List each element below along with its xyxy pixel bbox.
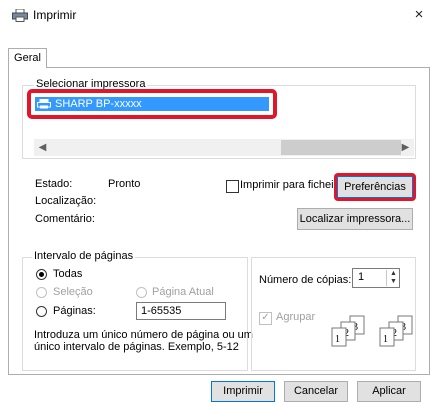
scroll-left-icon[interactable]: ◀ xyxy=(34,139,51,156)
find-printer-button[interactable]: Localizar impressora... xyxy=(297,208,413,230)
page-range-hint: Introduza um único número de página ou u… xyxy=(34,329,253,341)
collate-checkbox: ✓ xyxy=(259,312,272,325)
all-pages-radio[interactable] xyxy=(36,269,47,280)
status-label: Estado: xyxy=(35,178,73,190)
current-page-radio xyxy=(136,287,147,298)
copies-value[interactable]: 1 xyxy=(358,271,364,283)
status-value: Pronto xyxy=(108,178,141,190)
collate-label: Agrupar xyxy=(276,311,316,323)
svg-text:1: 1 xyxy=(335,334,340,345)
collate-pages-icon: 3 2 1 3 2 1 xyxy=(331,315,413,347)
printer-icon xyxy=(12,9,28,22)
selection-label: Seleção xyxy=(53,286,93,298)
selection-radio xyxy=(36,287,47,298)
copies-stepper[interactable]: 1 ▲ ▼ xyxy=(352,268,400,288)
cancel-button[interactable]: Cancelar xyxy=(284,381,348,402)
spinner-icon[interactable]: ▲ ▼ xyxy=(386,270,400,286)
current-page-label: Página Atual xyxy=(152,286,214,298)
print-to-file-label[interactable]: Imprimir para ficheiro xyxy=(240,179,343,191)
highlight-frame xyxy=(27,89,277,119)
print-to-file-checkbox[interactable] xyxy=(226,180,239,193)
horizontal-scrollbar[interactable]: ◀ ▶ xyxy=(34,139,414,156)
tab-general[interactable]: Geral xyxy=(8,48,47,68)
window-title: Imprimir xyxy=(33,8,77,22)
location-label: Localização: xyxy=(35,195,97,207)
copies-label: Número de cópias: xyxy=(259,274,352,286)
pages-radio[interactable] xyxy=(36,306,47,317)
apply-button[interactable]: Aplicar xyxy=(357,381,421,402)
radio-dot xyxy=(39,272,44,277)
close-button[interactable]: × xyxy=(404,2,434,28)
print-button[interactable]: Imprimir xyxy=(211,381,275,402)
page-range-group-label: Intervalo de páginas xyxy=(32,250,136,262)
comment-label: Comentário: xyxy=(35,213,95,225)
pages-label[interactable]: Páginas: xyxy=(53,305,96,317)
scrollbar-thumb[interactable] xyxy=(281,140,401,155)
pages-input[interactable]: 1-65535 xyxy=(136,302,226,320)
scroll-right-icon[interactable]: ▶ xyxy=(397,139,414,156)
all-pages-label[interactable]: Todas xyxy=(53,268,82,280)
highlight-frame xyxy=(334,173,416,201)
svg-text:1: 1 xyxy=(383,334,388,345)
page-range-hint: único intervalo de páginas. Exemplo, 5-1… xyxy=(34,341,239,353)
